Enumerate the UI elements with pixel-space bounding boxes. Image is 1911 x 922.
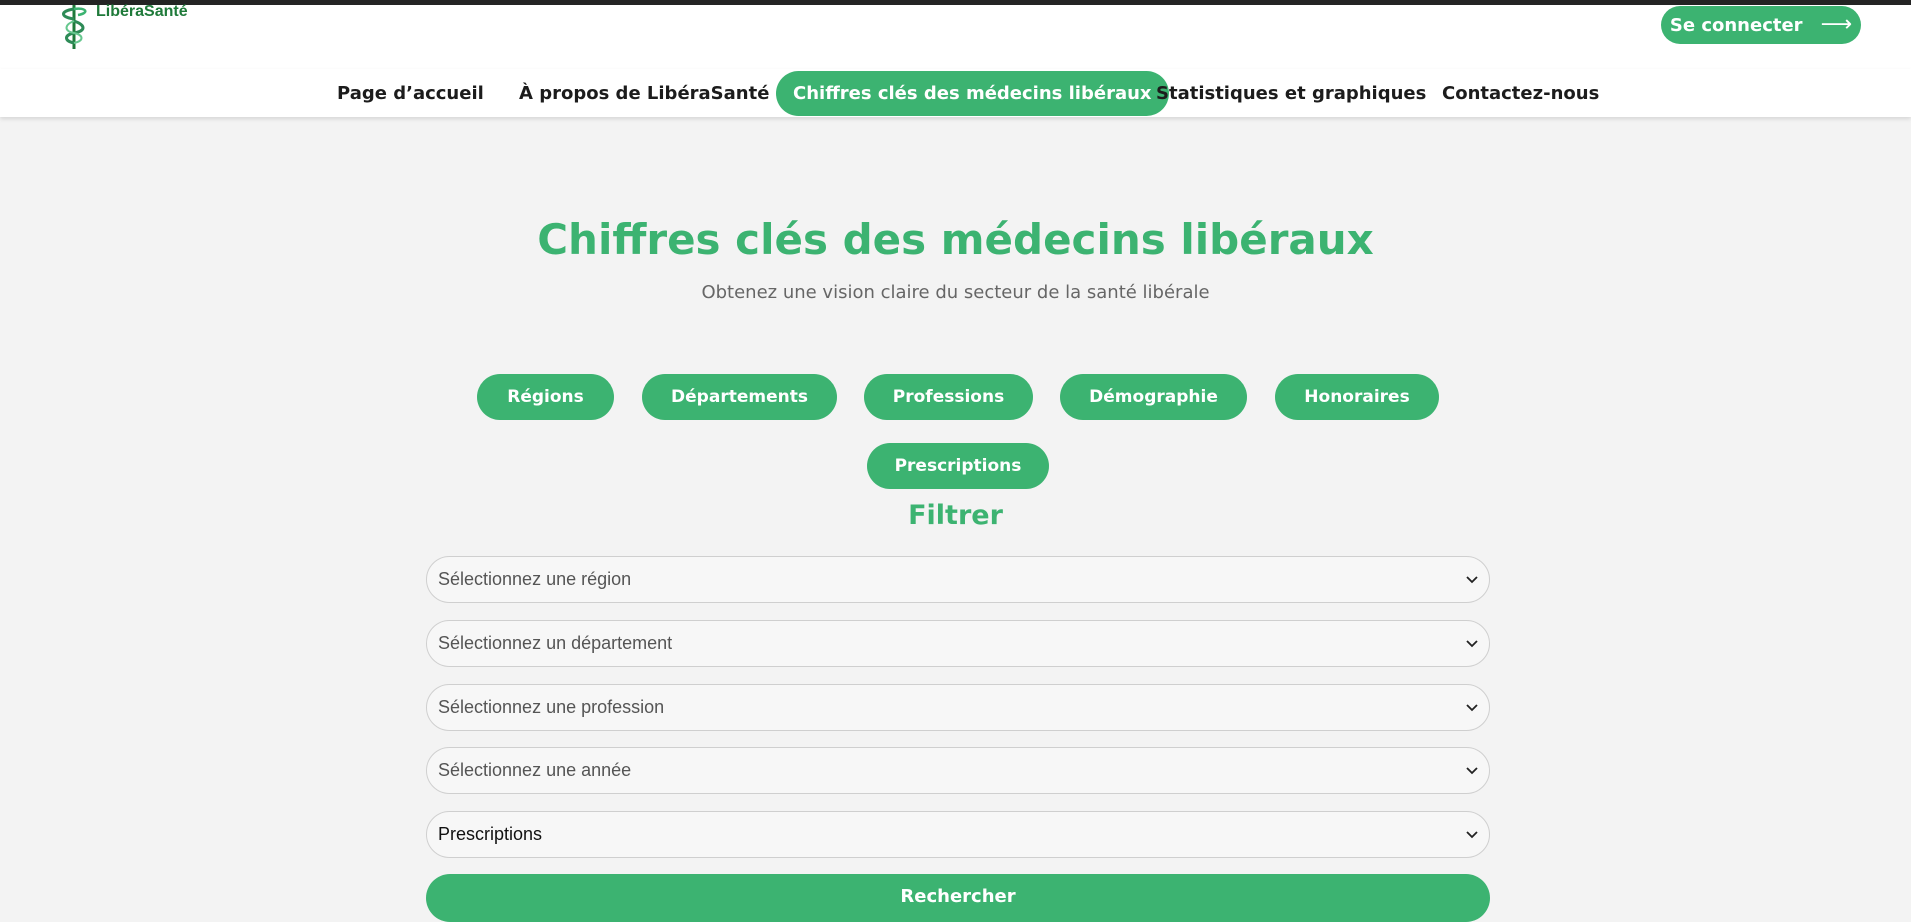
nav-item-statistics[interactable]: Statistiques et graphiques xyxy=(1139,71,1443,116)
filter-title: Filtrer xyxy=(908,500,1003,531)
category-button-demographie[interactable]: Démographie xyxy=(1060,374,1247,420)
year-select-value: Sélectionnez une année xyxy=(438,760,632,780)
category-button-regions[interactable]: Régions xyxy=(477,374,614,420)
chevron-down-icon xyxy=(1466,766,1478,774)
caduceus-icon xyxy=(62,5,87,49)
category-button-honoraires[interactable]: Honoraires xyxy=(1275,374,1439,420)
logo[interactable]: LibéraSanté xyxy=(56,3,188,51)
main-navigation: Page d’accueil À propos de LibéraSanté C… xyxy=(0,69,1911,117)
brand-name: LibéraSanté xyxy=(96,3,188,20)
nav-item-key-figures[interactable]: Chiffres clés des médecins libéraux xyxy=(776,71,1169,116)
chevron-down-icon xyxy=(1466,703,1478,711)
login-label: Se connecter xyxy=(1669,14,1803,36)
nav-item-about[interactable]: À propos de LibéraSanté xyxy=(502,71,786,116)
chevron-down-icon xyxy=(1466,575,1478,583)
category-button-prescriptions[interactable]: Prescriptions xyxy=(867,443,1049,489)
year-select[interactable]: Sélectionnez une année xyxy=(426,747,1490,794)
nav-item-home[interactable]: Page d’accueil xyxy=(320,71,501,116)
category-select[interactable]: Prescriptions xyxy=(426,811,1490,858)
chevron-down-icon xyxy=(1466,639,1478,647)
nav-item-contact[interactable]: Contactez-nous xyxy=(1425,71,1616,116)
site-header: LibéraSanté Se connecter ⟶ xyxy=(0,3,1911,69)
category-button-departements[interactable]: Départements xyxy=(642,374,837,420)
chevron-down-icon xyxy=(1466,830,1478,838)
category-button-professions[interactable]: Professions xyxy=(864,374,1033,420)
page-title: Chiffres clés des médecins libéraux xyxy=(537,215,1374,264)
login-button[interactable]: Se connecter ⟶ xyxy=(1661,6,1861,44)
category-select-value: Prescriptions xyxy=(438,824,543,844)
region-select[interactable]: Sélectionnez une région xyxy=(426,556,1490,603)
arrow-right-icon: ⟶ xyxy=(1820,12,1853,37)
department-select-value: Sélectionnez un département xyxy=(438,633,673,653)
page-subtitle: Obtenez une vision claire du secteur de … xyxy=(701,282,1210,303)
region-select-value: Sélectionnez une région xyxy=(438,569,632,589)
profession-select[interactable]: Sélectionnez une profession xyxy=(426,684,1490,731)
profession-select-value: Sélectionnez une profession xyxy=(438,697,665,717)
department-select[interactable]: Sélectionnez un département xyxy=(426,620,1490,667)
